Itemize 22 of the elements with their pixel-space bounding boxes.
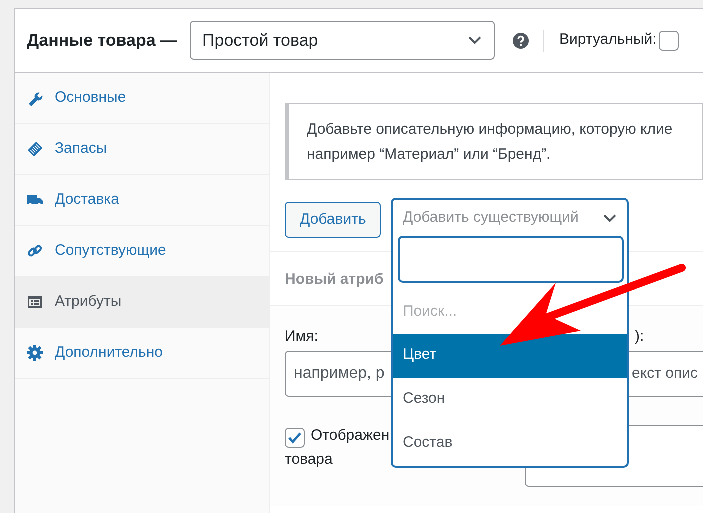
sidebar-tab[interactable]: Атрибуты [15, 277, 269, 328]
search-hint: Поиск... [402, 302, 458, 322]
virtual-label: Виртуальный: [560, 30, 657, 50]
visible-label: Отображен [311, 426, 390, 444]
dropdown-option[interactable]: Цвет [393, 334, 627, 378]
attribute-dropdown-menu[interactable]: Добавить существующий Поиск... Цвет Сезон Состав [391, 198, 629, 468]
notice-text: Добавьте описательную информацию, которую клие [307, 120, 673, 140]
section-title: Данные товара — [27, 30, 178, 52]
section-heading: Новый атриб [285, 271, 384, 288]
add-button[interactable]: Добавить [285, 202, 382, 238]
dropdown-option[interactable]: Сезон [393, 378, 627, 422]
sidebar-tab[interactable]: Доставка [15, 175, 269, 226]
sidebar-tab[interactable]: Дополнительно [15, 328, 269, 379]
sidebar-tab[interactable]: Основные [15, 73, 269, 124]
product-type-select[interactable]: Простой товар [190, 21, 495, 60]
value-label: ): [635, 327, 644, 347]
dropdown-option[interactable]: Состав [393, 422, 627, 466]
select-placeholder: Добавить существующий [403, 208, 579, 228]
notice-text: например “Материал” или “Бренд”. [307, 145, 551, 165]
name-label: Имя: [285, 327, 320, 347]
visible-label: товара [285, 450, 333, 470]
sidebar-tab[interactable]: Запасы [15, 124, 269, 175]
